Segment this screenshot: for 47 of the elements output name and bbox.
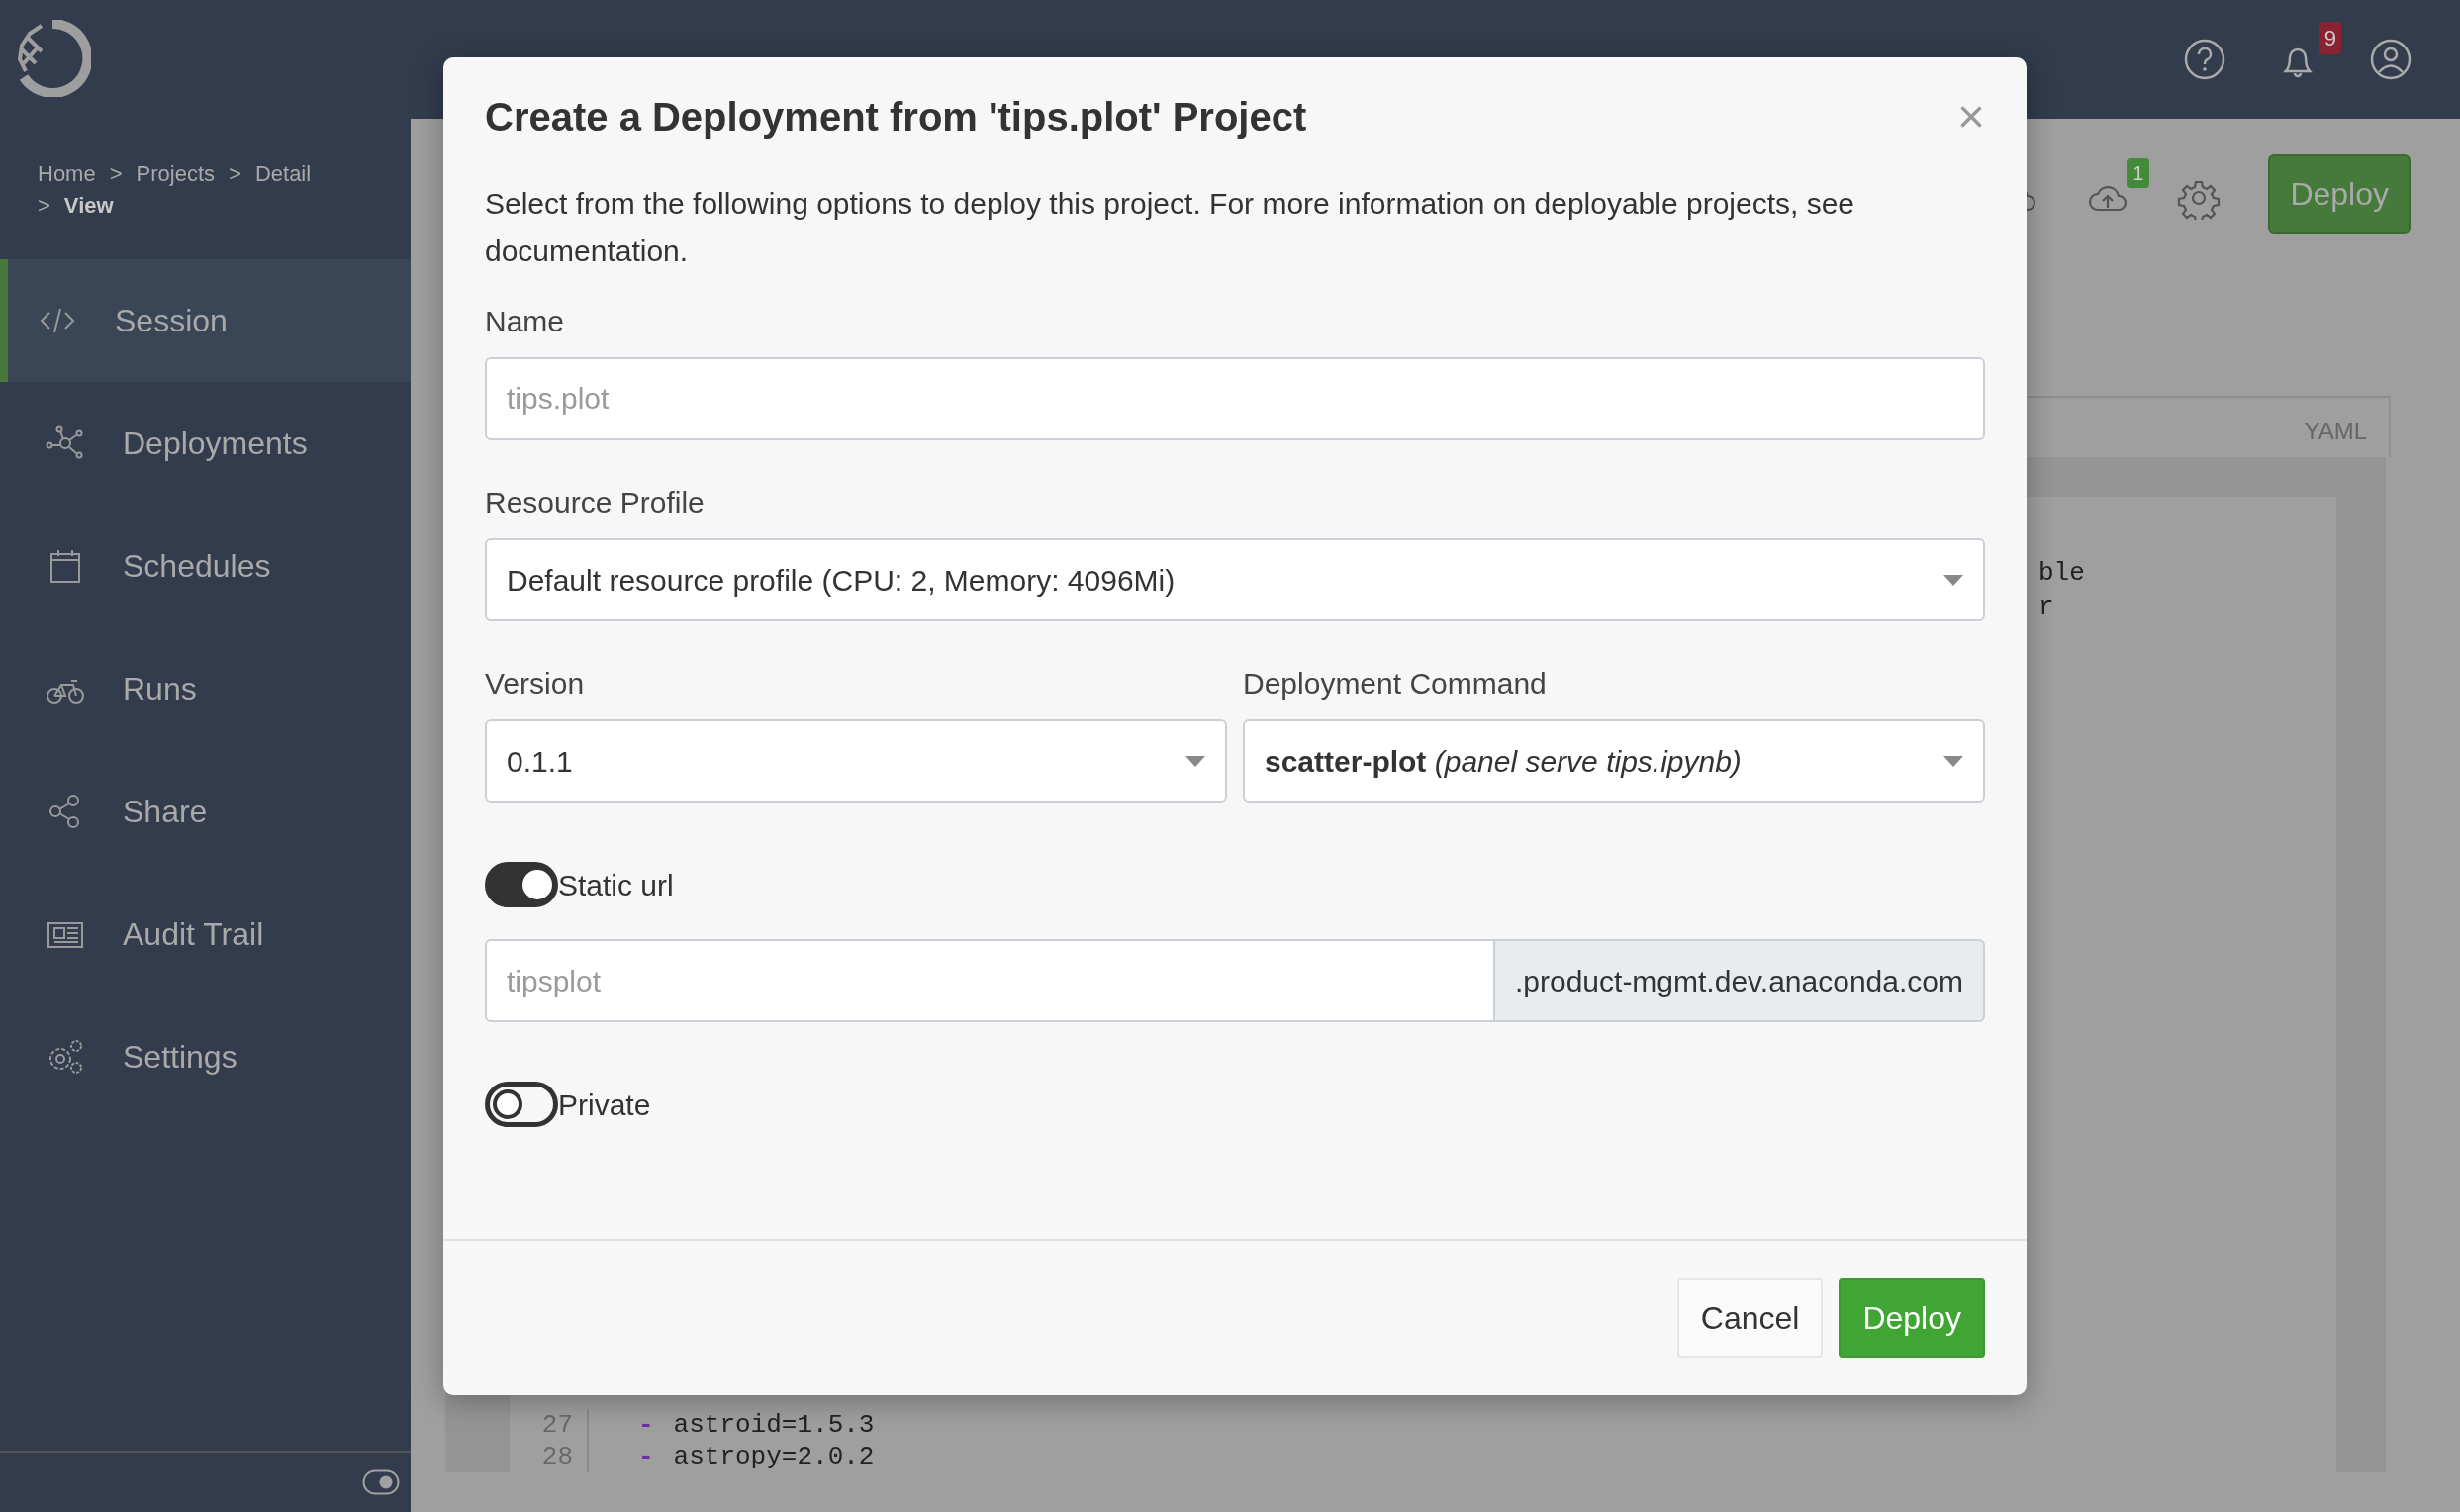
breadcrumb-link[interactable]: Home — [38, 161, 96, 186]
code-line: astropy=2.0.2 — [673, 1441, 875, 1472]
breadcrumb-link[interactable]: Projects — [136, 161, 216, 186]
notification-count: 9 — [2318, 22, 2341, 54]
toggle-label: Static url — [558, 868, 674, 903]
sidebar-item[interactable]: Share — [0, 750, 411, 873]
caret-icon — [1943, 755, 1963, 767]
breadcrumb-current: View — [63, 193, 114, 218]
theme-toggle[interactable] — [362, 1469, 400, 1495]
toggle-switch[interactable] — [485, 1082, 558, 1127]
list-marker: - — [637, 1441, 655, 1472]
sidebar-item[interactable]: Schedules — [0, 505, 411, 627]
command-select[interactable]: scatter-plot (panel serve tips.ipynb) — [1243, 719, 1985, 803]
breadcrumb-separator: > — [38, 193, 50, 218]
breadcrumb-separator: > — [109, 161, 123, 186]
field-label: Deployment Command — [1243, 666, 1548, 702]
version-select[interactable]: 0.1.1 — [485, 719, 1227, 803]
toggle-label: Private — [558, 1087, 651, 1123]
domain-suffix: .product-mgmt.dev.anaconda.com — [1495, 939, 1985, 1022]
list-marker: - — [637, 1409, 655, 1441]
code-line: ble — [2038, 557, 2086, 590]
resource-profile-select[interactable]: Default resource profile (CPU: 2, Memory: 4096Mi) — [485, 538, 1985, 621]
sidebar-item[interactable]: Audit Trail — [0, 873, 411, 995]
toggle-switch[interactable] — [485, 862, 558, 907]
field-label: Version — [485, 666, 586, 702]
upload-count: 1 — [2127, 158, 2150, 188]
field-label: Resource Profile — [485, 485, 706, 520]
close-button[interactable]: × — [1956, 93, 1985, 141]
sidebar-item[interactable]: Runs — [0, 627, 411, 750]
cancel-button[interactable]: Cancel — [1676, 1278, 1824, 1358]
code-line: r — [2038, 591, 2055, 623]
caret-icon — [1185, 755, 1205, 767]
sidebar-item[interactable]: Deployments — [0, 382, 411, 505]
help-icon[interactable] — [2183, 38, 2226, 81]
code-line: astroid=1.5.3 — [673, 1409, 875, 1441]
field-label: Name — [485, 304, 566, 339]
sidebar-item[interactable]: Session — [0, 259, 411, 382]
sidebar-item[interactable]: Settings — [0, 995, 411, 1118]
name-field[interactable]: tips.plot — [485, 357, 1985, 440]
dialog-title: Create a Deployment from 'tips.plot' Project — [485, 94, 1307, 141]
breadcrumb-link[interactable]: Detail — [254, 161, 312, 186]
url-field[interactable]: tipsplot — [485, 939, 1495, 1022]
caret-icon — [1943, 574, 1963, 586]
deploy-button[interactable]: Deploy — [1839, 1278, 1985, 1358]
dialog-description: Select from the following options to deploy this project. For more information on deployable projects, see documentation. — [485, 186, 1856, 269]
user-icon[interactable] — [2369, 38, 2413, 81]
breadcrumb-separator: > — [229, 161, 241, 186]
